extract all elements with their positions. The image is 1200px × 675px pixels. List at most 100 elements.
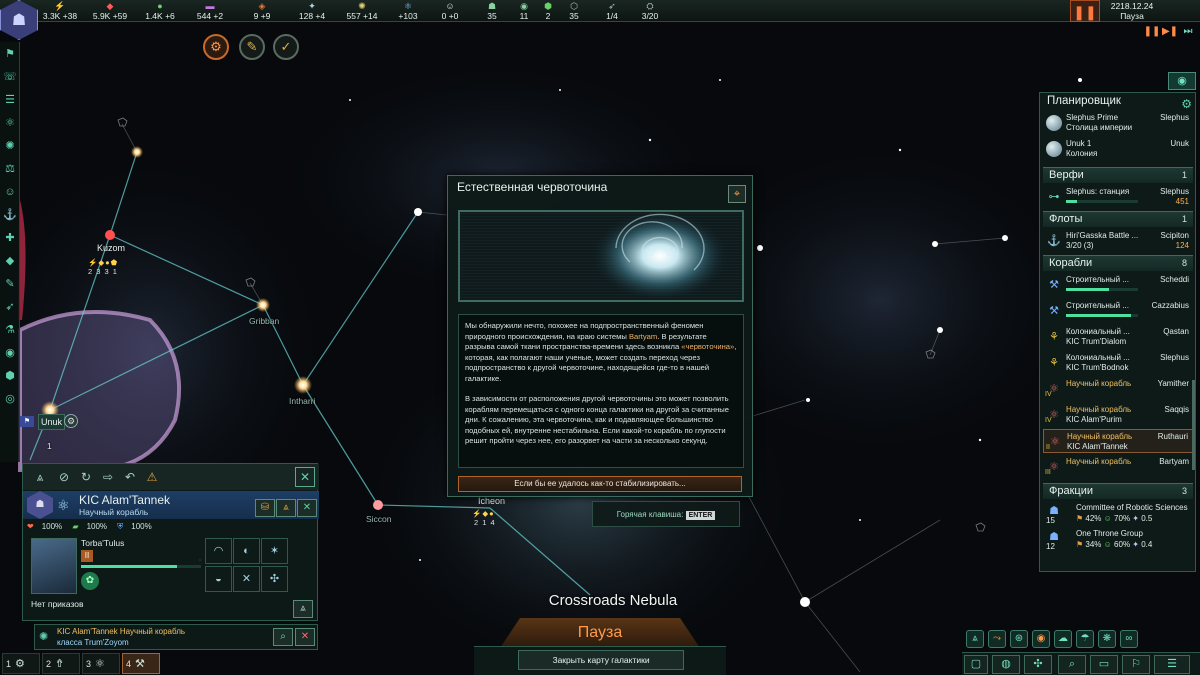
control-group-1[interactable]: 1 ⚙: [2, 653, 40, 674]
galaxy-view-icon[interactable]: ✣: [1024, 655, 1052, 674]
disband-ship-button[interactable]: ✕: [297, 499, 317, 517]
mapmode-fleets-icon[interactable]: ☁: [1054, 630, 1072, 648]
main-menu-icon[interactable]: ☰: [1154, 655, 1190, 674]
section-fleets[interactable]: Флоты 1: [1043, 211, 1193, 227]
situation-log-icon[interactable]: ☰: [2, 92, 18, 108]
section-ships[interactable]: Корабли 8: [1043, 255, 1193, 271]
system-label-kuzom[interactable]: Kuzom: [97, 243, 125, 253]
control-group-2[interactable]: 2 ⇮: [42, 653, 80, 674]
alert-tech-icon[interactable]: ⚙: [203, 34, 229, 60]
control-group-4[interactable]: 4 ⚒: [122, 653, 160, 674]
planet-view-icon[interactable]: ◍: [992, 655, 1020, 674]
mapmode-routes-icon[interactable]: ⤳: [988, 630, 1006, 648]
module-engine-icon[interactable]: ✶: [261, 538, 288, 564]
research-site-icon[interactable]: ⚠: [143, 468, 161, 486]
ship-row[interactable]: ⚒ Строительный ... Scheddi: [1043, 273, 1193, 297]
government-icon[interactable]: ⚑: [2, 46, 18, 62]
evade-icon[interactable]: ↻: [77, 468, 95, 486]
mapmode-links-icon[interactable]: ∞: [1120, 630, 1138, 648]
stop-icon[interactable]: ⊘: [55, 468, 73, 486]
module-scanner-icon[interactable]: ◐: [233, 538, 260, 564]
auto-explore-button[interactable]: ⩓: [276, 499, 296, 517]
planets-list-icon[interactable]: ◉: [2, 345, 18, 361]
zoom-view-icon[interactable]: ⌕: [1058, 655, 1086, 674]
close-panel-button[interactable]: ✕: [295, 467, 315, 487]
dialog-option-button[interactable]: Если бы ее удалось как-то стабилизироват…: [458, 476, 742, 492]
starbase-icon[interactable]: ⚙: [64, 414, 78, 428]
section-factions[interactable]: Фракции 3: [1043, 483, 1193, 499]
planet-row[interactable]: Unuk 1 Колония Unuk: [1043, 137, 1193, 161]
starbase-row[interactable]: ⊶ Slephus: станция Slephus 451: [1043, 185, 1193, 209]
system-label-siccon[interactable]: Siccon: [366, 514, 392, 524]
ship-row[interactable]: ⚘ Колониальный ... KIC Trum'Dialom Qastan: [1043, 325, 1193, 349]
faction-row[interactable]: ☗ 15 Committee of Robotic Sciences ⚑ 42% ☺ …: [1043, 501, 1193, 527]
system-label-unuk[interactable]: Unuk: [38, 414, 66, 430]
upgrade-ship-button[interactable]: ⛁: [255, 499, 275, 517]
ship-row[interactable]: ⚛ III Научный корабль Bartyam: [1043, 455, 1193, 479]
market-icon[interactable]: ⚗: [2, 322, 18, 338]
fleet-row[interactable]: ⚓ Hiri'Gasska Battle ... 3/20 (3) Scipiton 1…: [1043, 229, 1193, 253]
outliner-toggle-button[interactable]: ◉: [1168, 72, 1196, 90]
capital-unuk[interactable]: ⚑ Unuk ⚙: [20, 414, 78, 430]
ship-designer-icon[interactable]: ⚓: [2, 207, 18, 223]
module-ftl-icon[interactable]: ✣: [261, 566, 288, 592]
traditions-icon[interactable]: ✺: [2, 138, 18, 154]
orders-button[interactable]: ⩓: [293, 600, 313, 618]
zoom-to-ship-button[interactable]: ⌕: [273, 628, 293, 646]
close-galaxy-map-button[interactable]: Закрыть карту галактики: [518, 650, 684, 670]
flag-view-icon[interactable]: ⚐: [1122, 655, 1150, 674]
council-icon[interactable]: ⬢: [2, 368, 18, 384]
resource-alloys[interactable]: ▬ 544 +2: [180, 1, 240, 21]
system-label-gribban[interactable]: Gribban: [249, 316, 279, 326]
mapmode-borders-icon[interactable]: ❋: [1098, 630, 1116, 648]
fleet-manager-icon[interactable]: ➶: [2, 299, 18, 315]
pause-speed-icon[interactable]: ❚❚: [1143, 24, 1161, 40]
leader-portrait[interactable]: [31, 538, 77, 594]
alert-construct-icon[interactable]: ✓: [273, 34, 299, 60]
return-icon[interactable]: ↶: [121, 468, 139, 486]
system-label-intharri[interactable]: Intharri: [289, 396, 315, 406]
planet-row[interactable]: Slephus Prime Столица империи Slephus: [1043, 111, 1193, 135]
fast-forward-icon[interactable]: ⏭: [1179, 24, 1197, 40]
leader-trait-icon[interactable]: ✿: [81, 572, 99, 590]
module-thruster-icon[interactable]: ◒: [205, 566, 232, 592]
outliner-settings-icon[interactable]: ⚙: [1181, 97, 1192, 111]
edicts-icon[interactable]: ✎: [2, 276, 18, 292]
play-speed-icon[interactable]: ▶❚: [1161, 24, 1179, 40]
selected-ship-bar[interactable]: ✺ KIC Alam'Tannek Научный корабль класса…: [34, 624, 318, 650]
contacts-icon[interactable]: ☏: [2, 69, 18, 85]
ship-name[interactable]: KIC Alam'Tannek: [79, 493, 170, 507]
mapmode-starbases-icon[interactable]: ⊛: [1010, 630, 1028, 648]
technology-icon[interactable]: ⚛: [2, 115, 18, 131]
ship-row[interactable]: ⚒ Строительный ... Cazzabius: [1043, 299, 1193, 323]
ship-row[interactable]: ⚛ IV Научный корабль KIC Alam'Purim Saqqis: [1043, 403, 1193, 427]
expansion-icon[interactable]: ✚: [2, 230, 18, 246]
deselect-ship-button[interactable]: ✕: [295, 628, 315, 646]
ship-row[interactable]: ⚘ Колониальный ... KIC Trum'Bodnok Slephus: [1043, 351, 1193, 375]
alert-survey-icon[interactable]: ✎: [239, 34, 265, 60]
ship-row[interactable]: ⚛ II Научный корабль KIC Alam'Tannek Ruthaur…: [1043, 429, 1193, 453]
mapmode-hyperlanes-icon[interactable]: ⩓: [966, 630, 984, 648]
survey-icon[interactable]: ⩓: [31, 468, 49, 486]
module-empty-icon[interactable]: ✕: [233, 566, 260, 592]
section-shipyards[interactable]: Верфи 1: [1043, 167, 1193, 183]
species-icon[interactable]: ☺: [2, 184, 18, 200]
resource-fleet[interactable]: ⛭ 3/20: [620, 1, 680, 21]
message-view-icon[interactable]: ▭: [1090, 655, 1118, 674]
relics-icon[interactable]: ◆: [2, 253, 18, 269]
event-location-icon[interactable]: ⌖: [728, 185, 746, 203]
square-view-icon[interactable]: ▢: [964, 655, 988, 674]
policies-icon[interactable]: ⚖: [2, 161, 18, 177]
outliner-scrollbar[interactable]: [1192, 380, 1195, 470]
move-icon[interactable]: ⇨: [99, 468, 117, 486]
pause-banner[interactable]: Пауза: [500, 618, 700, 648]
mapmode-surveyed-icon[interactable]: ☂: [1076, 630, 1094, 648]
pause-button[interactable]: ❚❚: [1070, 0, 1100, 22]
control-group-3[interactable]: 3 ⚛: [82, 653, 120, 674]
faction-row[interactable]: ☗ 12 One Throne Group ⚑ 34% ☺ 60% ✦ 0.4: [1043, 527, 1193, 553]
system-label-icheon[interactable]: Icheon: [478, 496, 505, 506]
module-sensor-icon[interactable]: ◠: [205, 538, 232, 564]
leader-name[interactable]: Torba'Tulus: [81, 538, 124, 548]
mapmode-anomaly-icon[interactable]: ◉: [1032, 630, 1050, 648]
espionage-icon[interactable]: ◎: [2, 391, 18, 407]
